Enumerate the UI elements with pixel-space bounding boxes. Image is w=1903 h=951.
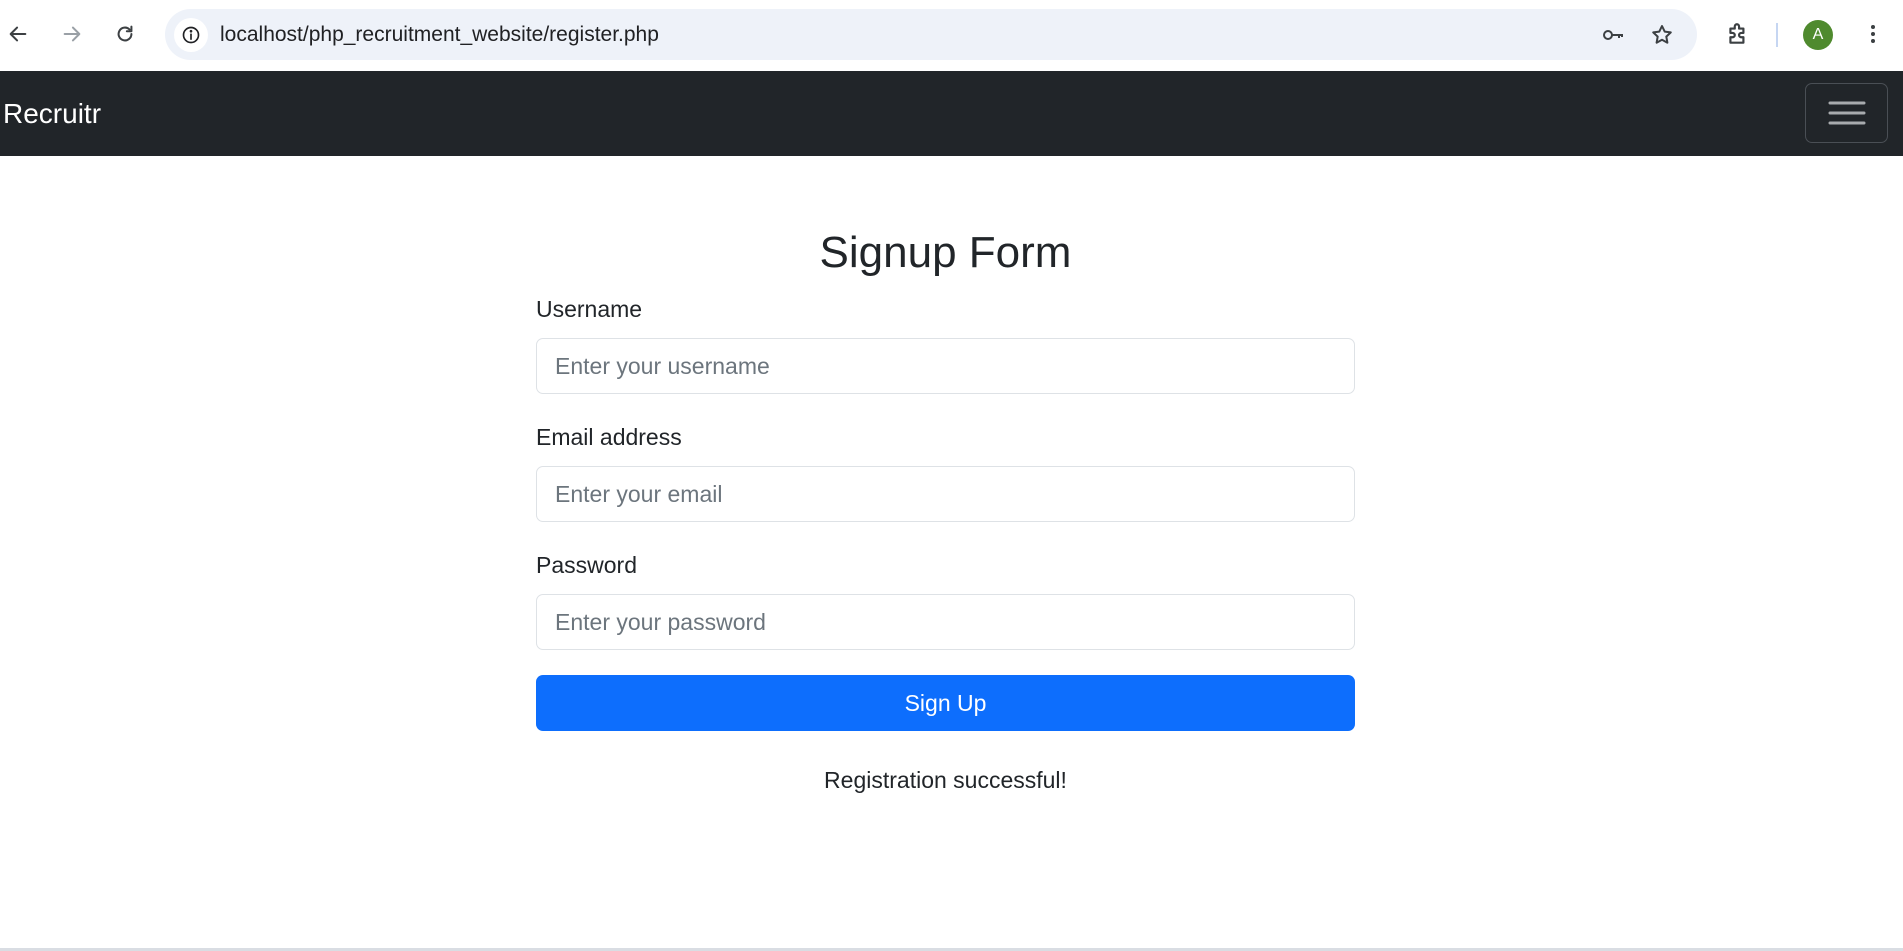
reload-button[interactable] [107,16,143,52]
info-icon [182,26,200,44]
password-manager-button[interactable] [1596,18,1630,52]
browser-toolbar: localhost/php_recruitment_website/regist… [0,0,1903,71]
password-label: Password [536,552,637,578]
brand-link[interactable]: Recruitr [3,71,101,156]
address-bar[interactable]: localhost/php_recruitment_website/regist… [165,9,1697,60]
navbar-toggler-button[interactable] [1805,83,1888,143]
password-input[interactable] [536,594,1355,650]
hamburger-icon [1828,101,1865,125]
username-input[interactable] [536,338,1355,394]
kebab-menu-icon [1871,25,1875,43]
site-info-button[interactable] [174,18,208,52]
site-navbar: Recruitr [0,71,1903,156]
email-input[interactable] [536,466,1355,522]
sign-up-button[interactable]: Sign Up [536,675,1355,731]
profile-avatar[interactable]: A [1803,20,1833,50]
reload-icon [117,25,133,42]
arrow-right-icon [63,26,81,42]
email-label: Email address [536,424,682,450]
back-button[interactable] [0,16,36,52]
status-message: Registration successful! [824,767,1067,793]
toolbar-divider [1776,23,1778,47]
star-icon [1652,25,1672,44]
puzzle-icon [1729,23,1745,44]
extensions-button[interactable] [1720,16,1756,52]
form-title: Signup Form [819,228,1072,277]
url-text[interactable]: localhost/php_recruitment_website/regist… [220,9,659,60]
bookmark-button[interactable] [1645,18,1679,52]
browser-menu-button[interactable] [1855,16,1891,52]
arrow-left-icon [9,26,27,42]
forward-button[interactable] [54,16,90,52]
key-icon [1603,30,1623,40]
username-label: Username [536,296,643,322]
